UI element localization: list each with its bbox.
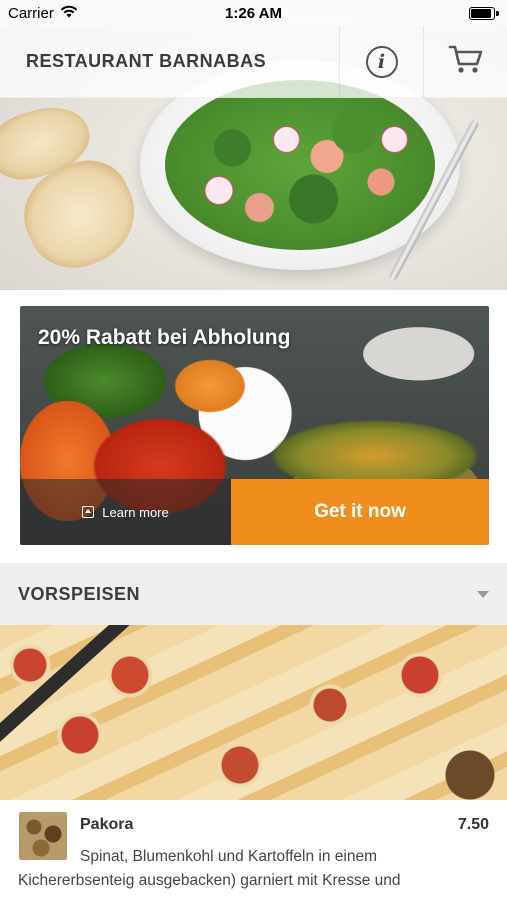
restaurant-title: RESTAURANT BARNABAS: [26, 51, 267, 71]
battery-icon: [469, 6, 499, 20]
expand-icon: [82, 506, 95, 518]
cart-icon: [448, 43, 484, 80]
info-button[interactable]: i: [339, 25, 423, 98]
learn-more-label: Learn more: [102, 504, 169, 520]
caret-down-icon: [477, 590, 489, 598]
status-bar: Carrier 1:26 AM: [0, 0, 507, 26]
promo-title: 20% Rabatt bei Abholung: [38, 326, 291, 349]
category-title: VORSPEISEN: [18, 583, 141, 604]
category-image: [0, 625, 507, 800]
learn-more-button[interactable]: Learn more: [20, 479, 231, 545]
item-description: Spinat, Blumenkohl und Kartoffeln in ein…: [18, 848, 401, 889]
promo-banner[interactable]: 20% Rabatt bei Abholung Learn more Get i…: [20, 306, 489, 545]
item-name: Pakora: [80, 816, 134, 833]
info-icon: i: [365, 45, 398, 78]
item-price: 7.50: [457, 816, 489, 833]
app-header: RESTAURANT BARNABAS i: [0, 25, 507, 98]
clock: 1:26 AM: [225, 4, 282, 22]
wifi-icon: [60, 5, 78, 22]
cart-button[interactable]: [423, 25, 507, 98]
carrier-label: Carrier: [8, 4, 54, 22]
get-it-now-button[interactable]: Get it now: [231, 479, 489, 545]
promo-food-image: [170, 356, 250, 416]
promo-actions: Learn more Get it now: [20, 479, 489, 545]
tray-edge: [0, 625, 130, 766]
salad: [165, 80, 435, 250]
category-header-vorspeisen[interactable]: VORSPEISEN: [0, 563, 507, 625]
